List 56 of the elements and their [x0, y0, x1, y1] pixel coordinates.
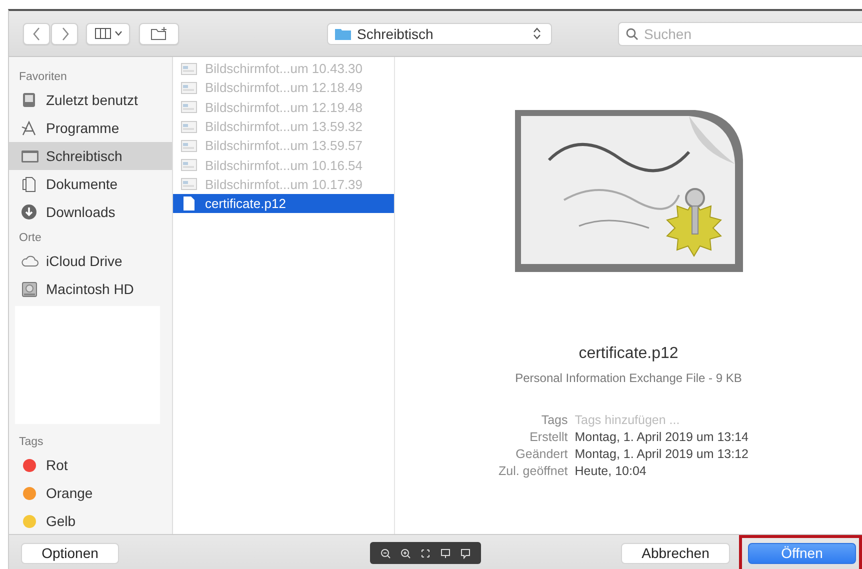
info-label: Erstellt: [528, 430, 568, 444]
chevron-right-icon: [60, 26, 68, 40]
search-icon: [626, 28, 638, 40]
sidebar-item[interactable]: Downloads: [9, 198, 172, 226]
chevron-left-icon: [32, 26, 40, 40]
location-label: Schreibtisch: [357, 26, 434, 42]
section-heading: Tags: [18, 435, 44, 450]
file-type-size: Personal Information Exchange File - 9 KB: [515, 371, 742, 385]
info-value: Montag, 1. April 2019 um 13:14: [574, 430, 748, 444]
forward-button[interactable]: [51, 22, 78, 44]
zoom-out-icon[interactable]: [380, 548, 390, 558]
image-file-icon: [181, 120, 197, 133]
columns-icon: [94, 28, 110, 39]
sidebar-item[interactable]: Schreibtisch: [9, 142, 172, 170]
fit-icon[interactable]: [420, 548, 430, 558]
sidebar-item[interactable]: iCloud Drive: [9, 247, 172, 275]
section-heading: Favoriten: [18, 70, 68, 85]
section-heading: Orte: [18, 231, 42, 246]
screen-icon[interactable]: [440, 548, 450, 558]
up-down-chevron-icon: [533, 27, 541, 40]
location-popup[interactable]: Schreibtisch: [327, 22, 552, 44]
info-label: Tags: [540, 413, 568, 427]
document-icon: [183, 196, 195, 212]
cancel-button[interactable]: Abbrechen: [621, 542, 730, 564]
download-icon: [21, 204, 39, 220]
back-button[interactable]: [23, 22, 50, 44]
sidebar-item[interactable]: Macintosh HD: [9, 275, 172, 303]
image-file-icon: [181, 82, 197, 94]
image-file-icon: [181, 178, 197, 190]
monitor-icon: [21, 148, 39, 164]
sidebar-item[interactable]: Gelb: [9, 507, 172, 534]
info-value: Heute, 10:04: [574, 464, 648, 478]
speech-bubble-icon[interactable]: [460, 548, 470, 558]
image-file-icon: [181, 62, 197, 75]
sidebar-item[interactable]: Dokumente: [9, 170, 172, 198]
image-file-icon: [181, 159, 197, 172]
info-label: Zul. geöffnet: [498, 464, 568, 478]
image-file-icon: [181, 140, 197, 152]
folder-icon: [335, 28, 351, 40]
info-label: Geändert: [514, 447, 568, 461]
search-field[interactable]: Suchen: [618, 22, 862, 46]
file-row[interactable]: certificate.p12: [173, 194, 394, 214]
preview-file-name: certificate.p12: [578, 345, 678, 363]
chevron-down-icon: [114, 31, 122, 36]
tags-field[interactable]: Tags hinzufügen ...: [574, 413, 725, 427]
new-folder-button[interactable]: [139, 22, 179, 44]
view-options-button[interactable]: [86, 22, 130, 44]
sidebar-item[interactable]: Rot: [9, 451, 172, 479]
sidebar-item[interactable]: Orange: [9, 479, 172, 507]
info-value: Montag, 1. April 2019 um 13:12: [574, 447, 748, 461]
zoom-in-icon[interactable]: [400, 548, 410, 558]
folder-plus-icon: [150, 27, 168, 40]
sidebar-item[interactable]: Zuletzt benutzt: [9, 86, 172, 114]
options-button[interactable]: Optionen: [21, 542, 119, 564]
image-file-icon: [181, 101, 197, 114]
sidebar-item[interactable]: Programme: [9, 114, 172, 142]
